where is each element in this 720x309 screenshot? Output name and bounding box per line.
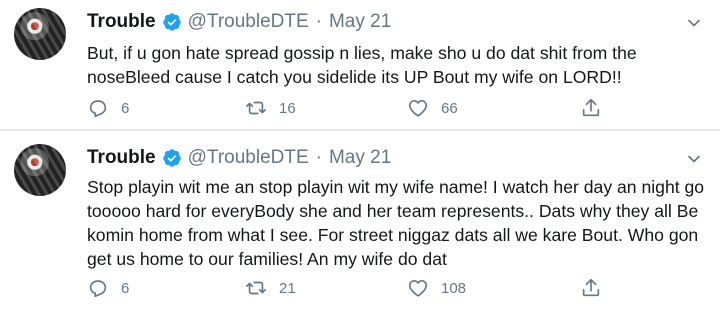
retweet-count: 21: [279, 279, 296, 297]
heart-icon: [408, 280, 428, 297]
like-button[interactable]: 66: [407, 97, 458, 119]
retweet-icon: [246, 281, 266, 295]
reply-button[interactable]: 6: [87, 97, 129, 119]
retweet-button[interactable]: 16: [245, 97, 296, 119]
verified-badge-icon: [162, 13, 181, 31]
display-name[interactable]: Trouble: [87, 11, 156, 33]
tweet-date[interactable]: May 21: [329, 11, 391, 33]
verified-badge-icon: [162, 149, 181, 167]
reply-count: 6: [121, 99, 130, 117]
separator-dot: ·: [315, 11, 322, 32]
avatar[interactable]: [14, 144, 66, 196]
separator-dot: ·: [315, 147, 322, 168]
handle[interactable]: @TroubleDTE: [188, 11, 309, 33]
tweet-feed: Trouble @TroubleDTE · May 21 But, if u g…: [0, 0, 720, 309]
tweet-date[interactable]: May 21: [329, 147, 391, 169]
like-count: 108: [441, 279, 467, 297]
share-button[interactable]: [580, 97, 602, 119]
avatar[interactable]: [14, 8, 66, 60]
tweet-header: Trouble @TroubleDTE · May 21: [87, 11, 391, 33]
tweet-text: Stop playin wit me an stop playin wit my…: [87, 177, 705, 269]
chevron-down-icon[interactable]: [684, 13, 704, 33]
retweet-button[interactable]: 21: [245, 277, 296, 299]
retweet-icon: [246, 101, 266, 115]
share-icon: [582, 278, 600, 297]
heart-icon: [408, 100, 428, 117]
tweet-header: Trouble @TroubleDTE · May 21: [87, 147, 391, 169]
like-button[interactable]: 108: [407, 277, 466, 299]
display-name[interactable]: Trouble: [87, 147, 156, 169]
share-icon: [582, 98, 600, 117]
retweet-count: 16: [279, 99, 296, 117]
reply-button[interactable]: 6: [87, 277, 129, 299]
tweet-text: But, if u gon hate spread gossip n lies,…: [87, 43, 637, 87]
tweet[interactable]: Trouble @TroubleDTE · May 21 But, if u g…: [0, 0, 720, 129]
reply-icon: [89, 100, 107, 118]
reply-icon: [89, 280, 107, 298]
reply-count: 6: [121, 279, 130, 297]
like-count: 66: [441, 99, 458, 117]
share-button[interactable]: [580, 277, 602, 299]
chevron-down-icon[interactable]: [684, 149, 704, 169]
tweet[interactable]: Trouble @TroubleDTE · May 21 Stop playin…: [0, 131, 720, 309]
handle[interactable]: @TroubleDTE: [188, 147, 309, 169]
